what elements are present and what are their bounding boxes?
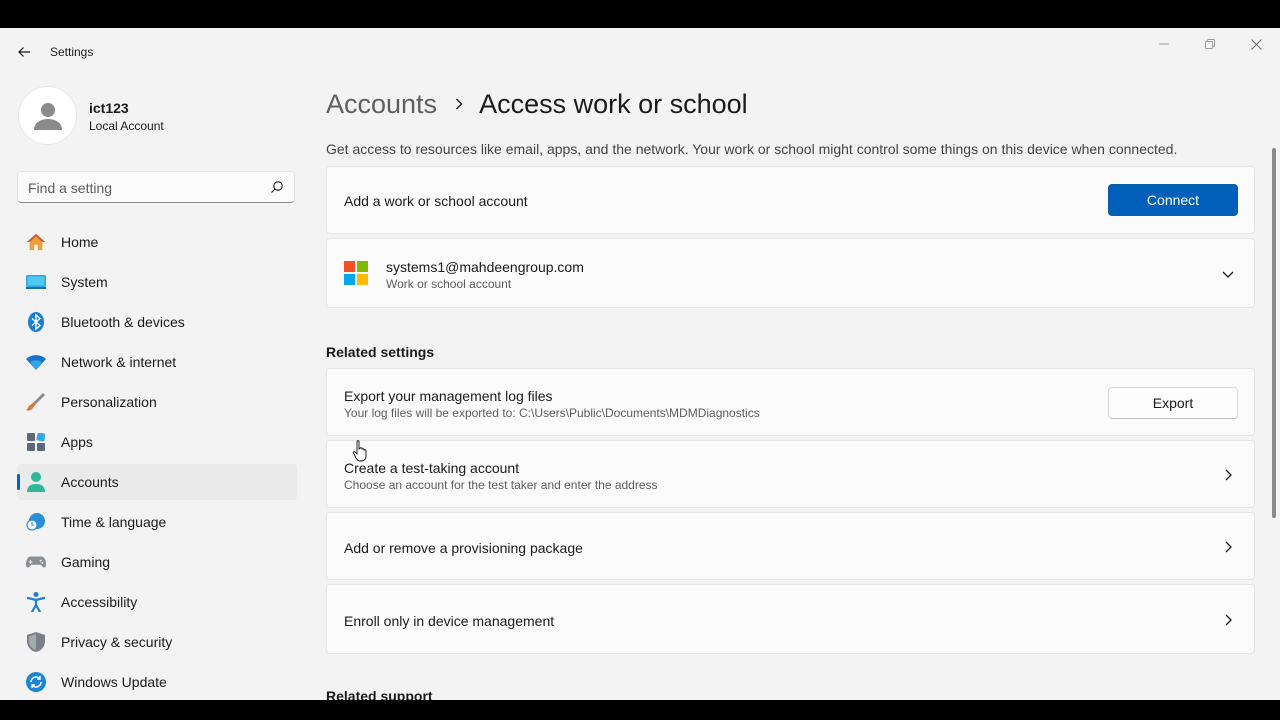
scrollbar[interactable] <box>1272 148 1276 518</box>
apps-icon <box>26 432 46 452</box>
avatar <box>18 86 77 145</box>
sidebar-item-label: Accessibility <box>61 594 138 610</box>
sidebar-item-gaming[interactable]: Gaming <box>17 544 297 580</box>
sidebar-item-label: Network & internet <box>61 354 177 370</box>
sidebar-item-label: Bluetooth & devices <box>61 314 185 330</box>
sidebar-item-accessibility[interactable]: Accessibility <box>17 584 297 620</box>
user-profile[interactable]: ict123 Local Account <box>18 86 298 146</box>
bluetooth-icon <box>26 312 46 332</box>
sidebar-item-home[interactable]: Home <box>17 224 297 260</box>
enroll-card[interactable]: Enroll only in device management <box>326 584 1255 654</box>
sidebar-item-label: Gaming <box>61 554 111 570</box>
person-icon <box>33 102 62 130</box>
account-type-label: Work or school account <box>386 277 512 291</box>
accounts-icon <box>26 472 46 492</box>
export-logs-title: Export your management log files <box>344 388 553 404</box>
sidebar-item-apps[interactable]: Apps <box>17 424 297 460</box>
sidebar-item-accounts[interactable]: Accounts <box>17 464 297 500</box>
sidebar-item-label: Accounts <box>61 474 119 490</box>
connected-account-card[interactable]: systems1@mahdeengroup.com Work or school… <box>326 238 1255 308</box>
test-account-card[interactable]: Create a test-taking account Choose an a… <box>326 440 1255 508</box>
provisioning-title: Add or remove a provisioning package <box>344 540 583 556</box>
sidebar-item-label: Apps <box>61 434 93 450</box>
export-logs-path: Your log files will be exported to: C:\U… <box>344 406 760 420</box>
chevron-right-icon <box>455 98 463 110</box>
search-input[interactable] <box>28 179 258 197</box>
add-account-title: Add a work or school account <box>344 193 528 209</box>
app-title: Settings <box>50 45 94 59</box>
sidebar-item-label: Home <box>61 234 99 250</box>
sidebar-item-windows-update[interactable]: Windows Update <box>17 664 297 700</box>
chevron-down-icon[interactable] <box>1222 268 1234 280</box>
sidebar-item-bluetooth[interactable]: Bluetooth & devices <box>17 304 297 340</box>
export-button[interactable]: Export <box>1108 387 1238 419</box>
minimize-button[interactable] <box>1141 28 1187 60</box>
chevron-right-icon <box>1225 469 1232 481</box>
close-icon <box>1250 38 1262 50</box>
related-settings-heading: Related settings <box>326 344 435 360</box>
update-icon <box>26 672 46 692</box>
accessibility-icon <box>26 592 46 612</box>
export-logs-card: Export your management log files Your lo… <box>326 368 1255 436</box>
back-button[interactable] <box>8 38 40 66</box>
chevron-right-icon <box>1225 614 1232 626</box>
connect-button[interactable]: Connect <box>1108 184 1238 216</box>
minimize-icon <box>1159 43 1169 45</box>
restore-button[interactable] <box>1187 28 1233 60</box>
breadcrumb-parent-link[interactable]: Accounts <box>326 89 437 120</box>
gamepad-icon <box>26 552 46 572</box>
breadcrumb: Accounts Access work or school <box>326 86 748 122</box>
brush-icon <box>26 392 46 412</box>
test-account-title: Create a test-taking account <box>344 460 520 476</box>
search-icon[interactable] <box>270 180 284 194</box>
account-type: Local Account <box>89 119 164 133</box>
provisioning-card[interactable]: Add or remove a provisioning package <box>326 512 1255 580</box>
sidebar-item-label: Time & language <box>61 514 167 530</box>
shield-icon <box>26 632 46 652</box>
mouse-cursor-icon <box>352 440 367 462</box>
add-account-card: Add a work or school account Connect <box>326 166 1255 234</box>
account-email: systems1@mahdeengroup.com <box>386 259 584 275</box>
close-button[interactable] <box>1233 28 1279 60</box>
page-title: Access work or school <box>479 88 748 119</box>
test-account-subtitle: Choose an account for the test taker and… <box>344 478 658 492</box>
sidebar-item-network[interactable]: Network & internet <box>17 344 297 380</box>
sidebar-item-label: Personalization <box>61 394 157 410</box>
sidebar-item-system[interactable]: System <box>17 264 297 300</box>
sidebar-item-time-language[interactable]: Time & language <box>17 504 297 540</box>
selection-indicator <box>17 474 20 490</box>
search-box[interactable] <box>17 171 295 203</box>
sidebar-item-label: Windows Update <box>61 674 167 690</box>
enroll-title: Enroll only in device management <box>344 613 555 629</box>
wifi-icon <box>26 352 46 372</box>
related-support-heading: Related support <box>326 688 433 700</box>
globe-clock-icon <box>26 512 46 532</box>
bottom-letterbox <box>0 700 1280 720</box>
sidebar-item-personalization[interactable]: Personalization <box>17 384 297 420</box>
restore-icon <box>1205 39 1215 49</box>
sidebar-item-label: Privacy & security <box>61 634 173 650</box>
sidebar-item-privacy-security[interactable]: Privacy & security <box>17 624 297 660</box>
user-name: ict123 <box>89 100 129 116</box>
page-description: Get access to resources like email, apps… <box>326 141 1178 157</box>
system-icon <box>26 272 46 292</box>
chevron-right-icon <box>1225 541 1232 553</box>
sidebar-nav: Home System Bluetooth & devices Network … <box>17 224 297 700</box>
microsoft-logo-icon <box>344 261 368 285</box>
back-arrow-icon <box>18 47 30 57</box>
settings-window: Settings ict123 Local Account Find a set… <box>0 28 1280 700</box>
sidebar-item-label: System <box>61 274 108 290</box>
title-bar: Settings <box>0 28 1280 76</box>
home-icon <box>26 232 46 252</box>
